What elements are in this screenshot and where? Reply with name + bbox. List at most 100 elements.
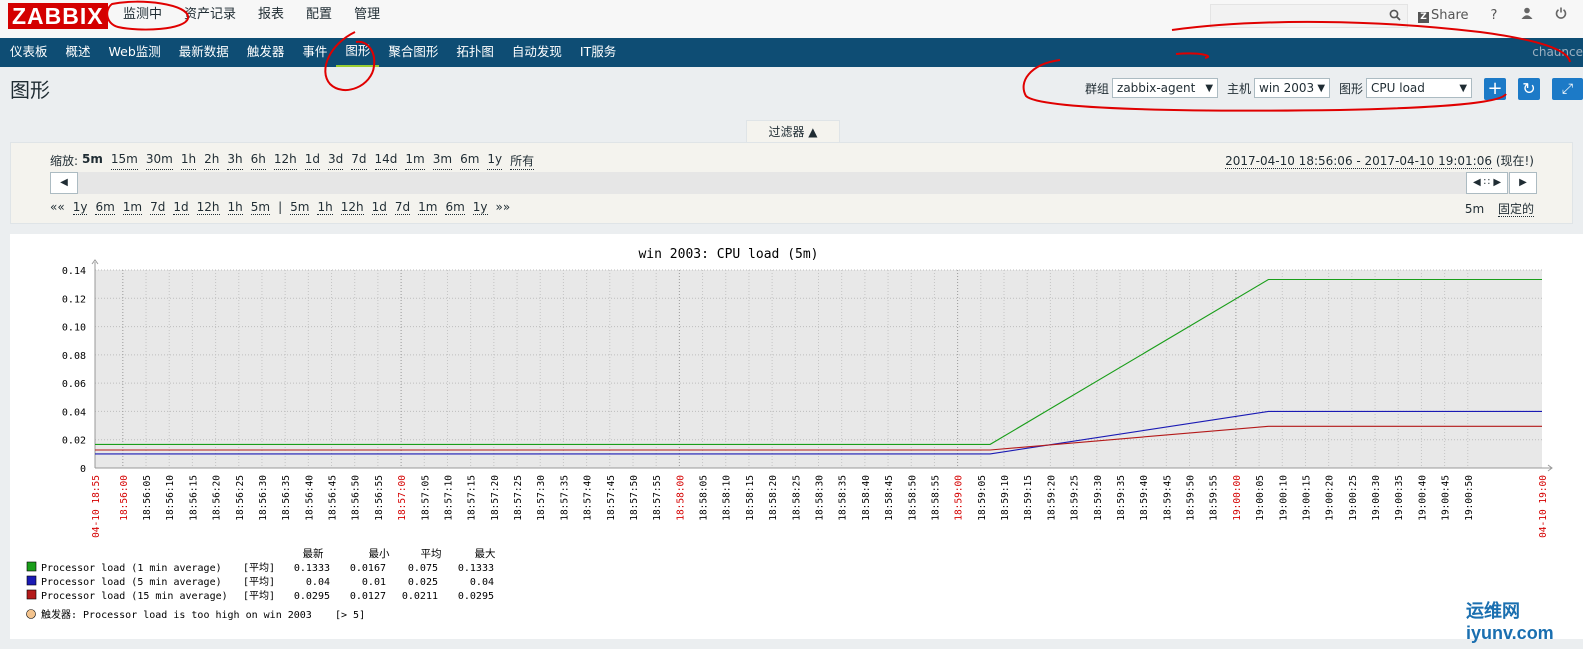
zoom-option[interactable]: 14d bbox=[374, 152, 398, 170]
legend-header: 最大 bbox=[475, 547, 496, 560]
nav-step[interactable]: 5m bbox=[250, 200, 271, 215]
nav-latest-data[interactable]: 最新数据 bbox=[170, 38, 238, 67]
top-menu-administration[interactable]: 管理 bbox=[343, 0, 391, 30]
top-menu-reports[interactable]: 报表 bbox=[247, 0, 295, 30]
host-select-value: win 2003 bbox=[1259, 81, 1315, 95]
legend-func: [平均] bbox=[243, 590, 275, 602]
nav-step[interactable]: 1y bbox=[472, 200, 488, 215]
nav-overview[interactable]: 概述 bbox=[57, 38, 100, 67]
zoom-option[interactable]: 6h bbox=[250, 152, 266, 170]
user-name[interactable]: chaunce bbox=[1532, 38, 1583, 66]
top-menu-monitoring[interactable]: 监测中 bbox=[112, 0, 173, 30]
x-tick-label: 18:57:25 bbox=[513, 475, 524, 521]
nav-step[interactable]: 12h bbox=[196, 200, 220, 215]
nav-dashboard[interactable]: 仪表板 bbox=[1, 38, 57, 67]
nav-step[interactable]: 1y bbox=[72, 200, 88, 215]
zoom-option[interactable]: 5m bbox=[82, 152, 103, 170]
zoom-option[interactable]: 3d bbox=[327, 152, 344, 170]
nav-triggers[interactable]: 触发器 bbox=[238, 38, 294, 67]
nav-events[interactable]: 事件 bbox=[293, 38, 336, 67]
x-tick-label: 18:56:45 bbox=[328, 475, 339, 521]
nav-step[interactable]: 1m bbox=[122, 200, 143, 215]
nav-step[interactable]: 7d bbox=[394, 200, 411, 215]
graph-select-value: CPU load bbox=[1371, 81, 1425, 95]
zoom-option[interactable]: 2h bbox=[204, 152, 220, 170]
nav-step[interactable]: 6m bbox=[445, 200, 465, 215]
fullscreen-button[interactable]: ⤢ bbox=[1552, 78, 1583, 100]
nav-it-services[interactable]: IT服务 bbox=[571, 38, 625, 67]
nav-step[interactable]: 6m bbox=[95, 200, 115, 215]
x-tick-label: 18:57:30 bbox=[536, 475, 547, 521]
top-links: Z Share ? bbox=[1418, 4, 1567, 26]
time-scrollbar[interactable]: ◀ ◀ ∷ ▶ ▶ bbox=[50, 172, 1537, 194]
nav-web[interactable]: Web监测 bbox=[100, 38, 170, 67]
group-select[interactable]: zabbix-agent ▼ bbox=[1112, 78, 1219, 98]
nav-maps[interactable]: 拓扑图 bbox=[447, 38, 503, 67]
legend-value: 0.0295 bbox=[294, 591, 330, 602]
nav-step[interactable]: 1d bbox=[173, 200, 189, 215]
host-select[interactable]: win 2003 ▼ bbox=[1254, 78, 1331, 98]
trigger-icon bbox=[26, 609, 36, 619]
graph-select[interactable]: CPU load ▼ bbox=[1366, 78, 1473, 98]
scroll-handle[interactable]: ◀ ∷ ▶ bbox=[1466, 172, 1508, 194]
nav-discovery[interactable]: 自动发现 bbox=[503, 38, 571, 67]
nav-step[interactable]: 1h bbox=[317, 200, 333, 215]
x-tick-label: 18:59:25 bbox=[1070, 475, 1081, 521]
fixed-toggle[interactable]: 固定的 bbox=[1497, 202, 1534, 217]
x-tick-label: 18:59:45 bbox=[1162, 475, 1173, 521]
scroll-right-button[interactable]: ▶ bbox=[1509, 172, 1537, 194]
filter-toggle-tab[interactable]: 过滤器 ▲ bbox=[746, 120, 840, 144]
zoom-option[interactable]: 15m bbox=[110, 152, 138, 170]
y-tick-label: 0.06 bbox=[62, 379, 86, 390]
top-menu-configuration[interactable]: 配置 bbox=[295, 0, 343, 30]
zoom-option[interactable]: 3h bbox=[227, 152, 243, 170]
x-start-label: 04-10 18:55 bbox=[91, 475, 102, 538]
user-profile-icon[interactable] bbox=[1521, 7, 1533, 23]
add-to-favourites-button[interactable]: + bbox=[1484, 78, 1506, 100]
zoom-option[interactable]: 30m bbox=[145, 152, 173, 170]
zoom-option[interactable]: 1h bbox=[180, 152, 197, 170]
nav-step[interactable]: 7d bbox=[150, 200, 166, 215]
x-tick-label: 19:00:50 bbox=[1464, 475, 1475, 521]
nav-step[interactable]: 12h bbox=[340, 200, 364, 215]
x-tick-label: 18:57:15 bbox=[467, 475, 478, 521]
nav-step[interactable]: 1h bbox=[227, 200, 243, 215]
scroll-left-button[interactable]: ◀ bbox=[50, 172, 78, 194]
zoom-option[interactable]: 6m bbox=[460, 152, 480, 170]
cpu-load-graph[interactable]: win 2003: CPU load (5m) 0 0.02 0.04 0.06 0.08… bbox=[10, 234, 1583, 639]
zoom-option[interactable]: 所有 bbox=[510, 152, 535, 170]
x-tick-label: 18:58:55 bbox=[930, 475, 941, 521]
search-icon[interactable] bbox=[1389, 9, 1401, 25]
period-length: 5m bbox=[1464, 202, 1485, 216]
zoom-option[interactable]: 12h bbox=[273, 152, 297, 170]
zoom-option[interactable]: 1y bbox=[487, 152, 503, 170]
nav-screens[interactable]: 聚合图形 bbox=[379, 38, 447, 67]
top-menu-inventory[interactable]: 资产记录 bbox=[173, 0, 247, 30]
refresh-button[interactable]: ↻ bbox=[1518, 78, 1540, 100]
nav-step[interactable]: 1d bbox=[371, 200, 387, 215]
share-link[interactable]: Z Share bbox=[1418, 8, 1469, 23]
period-range[interactable]: 2017-04-10 18:56:06 - 2017-04-10 19:01:0… bbox=[1225, 154, 1492, 169]
chevron-down-icon: ▼ bbox=[1317, 83, 1326, 94]
legend-value: 0.075 bbox=[408, 563, 438, 574]
help-link[interactable]: ? bbox=[1491, 8, 1498, 23]
zoom-option[interactable]: 1d bbox=[304, 152, 320, 170]
nav-step[interactable]: 5m bbox=[290, 200, 310, 215]
nav-step[interactable]: 1m bbox=[418, 200, 438, 215]
x-tick-label: 18:59:35 bbox=[1116, 475, 1127, 521]
sub-navigation: 仪表板 概述 Web监测 最新数据 触发器 事件 图形 聚合图形 拓扑图 自动发… bbox=[0, 38, 1583, 67]
y-tick-label: 0.10 bbox=[62, 323, 86, 334]
period-navigation-row: «« 1y 6m 1m 7d 1d 12h 1h 5m | 5m 1h 12h … bbox=[50, 200, 518, 215]
x-tick-label: 18:56:10 bbox=[165, 475, 176, 521]
legend-header: 最小 bbox=[369, 548, 390, 560]
zabbix-share-icon: Z bbox=[1418, 11, 1429, 23]
zabbix-logo[interactable]: ZABBIX bbox=[8, 3, 108, 29]
search-input[interactable] bbox=[1210, 4, 1408, 28]
legend-header: 最新 bbox=[303, 547, 324, 560]
zoom-option[interactable]: 3m bbox=[432, 152, 453, 170]
zoom-option[interactable]: 7d bbox=[351, 152, 367, 170]
power-icon[interactable] bbox=[1555, 7, 1567, 23]
nav-graphs[interactable]: 图形 bbox=[336, 38, 380, 67]
plus-icon: + bbox=[1487, 78, 1503, 99]
zoom-option[interactable]: 1m bbox=[405, 152, 425, 170]
